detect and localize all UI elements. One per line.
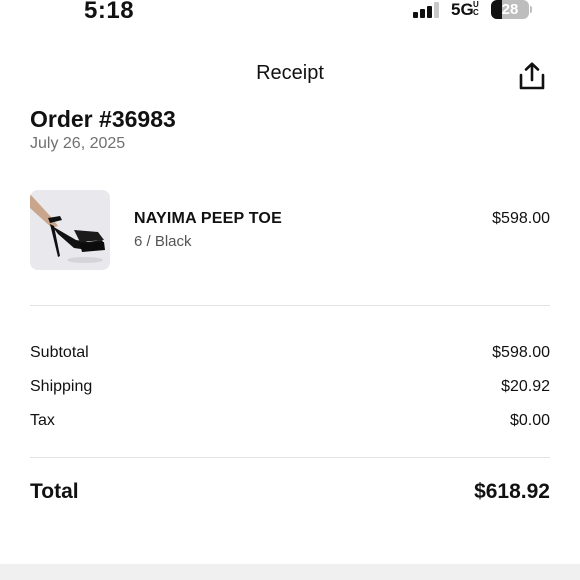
tax-label: Tax [30,412,55,429]
share-button[interactable] [516,60,548,92]
subtotal-value: $598.00 [492,344,550,361]
total-value: $618.92 [474,480,550,503]
subtotal-row: Subtotal $598.00 [30,344,550,366]
receipt-screen: 5:18 5G UC 28 Receipt Order #36983 July … [0,0,580,580]
divider [30,305,550,306]
tax-row: Tax $0.00 [30,412,550,434]
shipping-row: Shipping $20.92 [30,378,550,400]
product-name[interactable]: NAYIMA PEEP TOE [134,210,282,228]
page-title: Receipt [256,62,324,84]
battery-icon: 28 [491,0,529,19]
status-time: 5:18 [84,0,135,24]
order-number: Order #36983 [30,106,176,132]
subtotal-label: Subtotal [30,344,89,361]
order-date: July 26, 2025 [30,135,126,152]
bottom-panel [0,564,580,580]
status-bar: 5:18 5G UC 28 [0,0,580,30]
battery-tip [530,6,532,13]
battery-level: 28 [501,1,519,18]
product-price: $598.00 [492,210,550,227]
network-subtype: UC [473,0,479,17]
shipping-value: $20.92 [501,378,550,395]
shipping-label: Shipping [30,378,93,395]
high-heel-shoe-image [30,190,110,270]
divider [30,457,550,458]
network-type: 5G [451,0,474,19]
total-label: Total [30,480,79,503]
share-icon [519,62,545,90]
cellular-signal-icon [413,2,441,18]
product-image[interactable] [30,190,110,270]
product-variant: 6 / Black [134,233,192,250]
tax-value: $0.00 [509,412,550,429]
